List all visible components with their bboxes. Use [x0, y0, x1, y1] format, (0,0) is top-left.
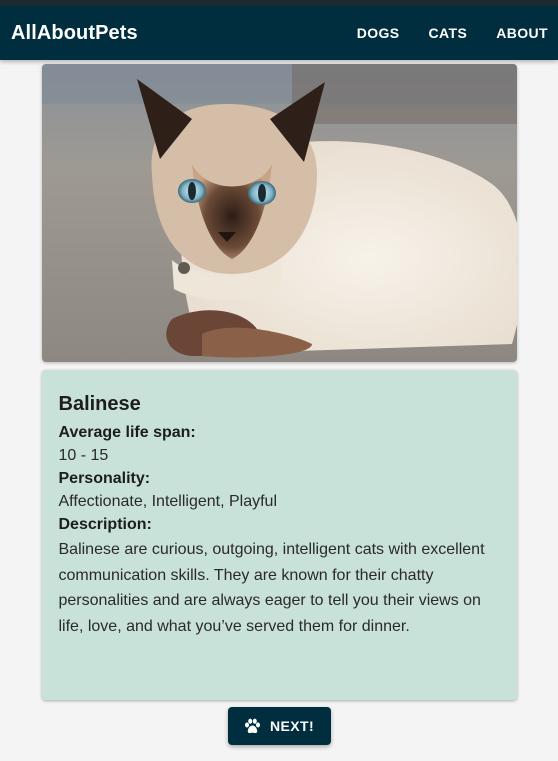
- paw-icon: [244, 718, 261, 735]
- app-bar: AllAboutPets DOGS CATS ABOUT: [0, 6, 558, 60]
- nav-cats[interactable]: CATS: [429, 25, 468, 41]
- description-label: Description:: [58, 516, 152, 533]
- nav-about[interactable]: ABOUT: [496, 25, 548, 41]
- nav-dogs[interactable]: DOGS: [357, 25, 400, 41]
- next-button-label: NEXT!: [270, 718, 314, 734]
- app-title[interactable]: AllAboutPets: [11, 22, 138, 45]
- description-value: Balinese are curious, outgoing, intellig…: [58, 541, 485, 635]
- life-span-value: 10 - 15: [58, 447, 109, 464]
- personality-value: Affectionate, Intelligent, Playful: [58, 493, 278, 510]
- next-button[interactable]: NEXT!: [227, 707, 331, 745]
- breed-name: Balinese: [58, 393, 141, 415]
- personality-label: Personality:: [58, 470, 151, 487]
- breed-card: Balinese Average life span: 10 - 15 Pers…: [41, 370, 517, 700]
- top-nav: DOGS CATS ABOUT: [357, 25, 548, 41]
- cat-photo: [41, 64, 517, 362]
- life-span-label: Average life span:: [58, 424, 196, 441]
